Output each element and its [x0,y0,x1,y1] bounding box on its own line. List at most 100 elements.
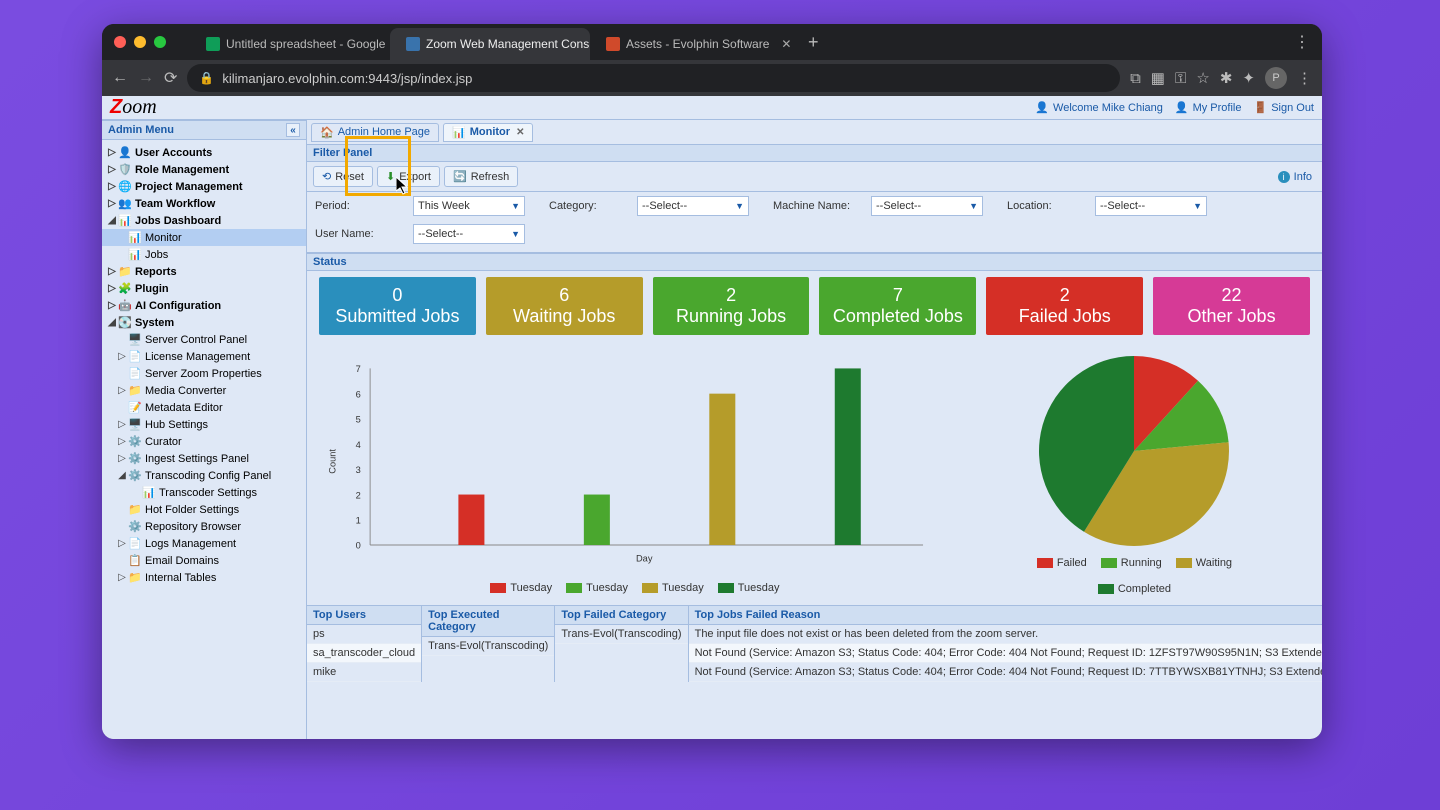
table-row: Not Found (Service: Amazon S3; Status Co… [689,663,1322,682]
sidebar-item[interactable]: 📁Hot Folder Settings [102,501,306,518]
status-card[interactable]: 22Other Jobs [1153,277,1310,335]
sidebar-item[interactable]: ▷👤User Accounts [102,144,306,161]
location-label: Location: [1007,200,1052,212]
summary-tables: Top Users pssa_transcoder_cloudmike Top … [307,605,1322,682]
my-profile-link[interactable]: 👤My Profile [1175,101,1242,114]
tab-monitor[interactable]: 📊Monitor✕ [443,123,533,142]
url-input[interactable]: 🔒 kilimanjaro.evolphin.com:9443/jsp/inde… [187,64,1120,92]
forward-button[interactable]: → [138,69,154,87]
favicon-icon [406,37,420,51]
browser-window: Untitled spreadsheet - Google✕Zoom Web M… [102,24,1322,739]
sidebar-item[interactable]: ▷📄Logs Management [102,535,306,552]
svg-text:3: 3 [356,465,361,475]
legend-item: Failed [1037,557,1087,569]
star-icon[interactable]: ☆ [1196,69,1209,87]
sidebar-item[interactable]: ▷⚙️Curator [102,433,306,450]
lock-icon: 🔒 [199,71,214,85]
status-card[interactable]: 2Running Jobs [653,277,810,335]
top-users-header: Top Users [307,606,421,625]
sign-out-link[interactable]: 🚪Sign Out [1253,101,1314,114]
sidebar-item[interactable]: 🖥️Server Control Panel [102,331,306,348]
top-failed-header: Top Failed Category [555,606,687,625]
sidebar-item[interactable]: ▷🛡️Role Management [102,161,306,178]
address-bar: ← → ⟳ 🔒 kilimanjaro.evolphin.com:9443/js… [102,60,1322,96]
apps-icon[interactable]: ▦ [1151,69,1165,87]
window-max-icon[interactable] [154,36,166,48]
reload-button[interactable]: ⟳ [164,68,177,88]
window-close-icon[interactable] [114,36,126,48]
sidebar-item[interactable]: ▷⚙️Ingest Settings Panel [102,450,306,467]
sidebar-item[interactable]: 📊Jobs [102,246,306,263]
sidebar-item[interactable]: ▷🤖AI Configuration [102,297,306,314]
sidebar-item[interactable]: ▷👥Team Workflow [102,195,306,212]
legend-item: Tuesday [642,582,704,594]
user-select[interactable]: --Select--▼ [413,224,525,244]
svg-text:Day: Day [636,554,653,564]
sidebar-item[interactable]: ▷📄License Management [102,348,306,365]
overflow-icon[interactable]: ⋮ [1294,32,1310,52]
status-card[interactable]: 0Submitted Jobs [319,277,476,335]
category-label: Category: [549,200,597,212]
browser-tab[interactable]: Assets - Evolphin Software✕ [590,28,790,60]
main-panel: 🏠Admin Home Page 📊Monitor✕ Filter Panel … [307,120,1322,739]
info-link[interactable]: iInfo [1278,171,1312,183]
top-users-col: Top Users pssa_transcoder_cloudmike [307,606,422,682]
window-min-icon[interactable] [134,36,146,48]
sidebar-item[interactable]: ▷🧩Plugin [102,280,306,297]
settings-icon[interactable]: ✱ [1220,69,1233,87]
key-icon[interactable]: ⚿ [1175,70,1186,87]
close-icon[interactable]: ✕ [516,127,524,138]
legend-item: Completed [1098,583,1171,595]
sidebar-item[interactable]: ▷📁Reports [102,263,306,280]
reset-button[interactable]: ⟲Reset [313,166,373,187]
category-select[interactable]: --Select--▼ [637,196,749,216]
sidebar-item[interactable]: ▷🌐Project Management [102,178,306,195]
machine-select[interactable]: --Select--▼ [871,196,983,216]
sidebar-item[interactable]: 📝Metadata Editor [102,399,306,416]
welcome-text: 👤Welcome Mike Chiang [1035,101,1163,114]
content-area: 0Submitted Jobs6Waiting Jobs2Running Job… [307,271,1322,739]
user-label: User Name: [315,228,374,240]
sidebar: Admin Menu « ▷👤User Accounts▷🛡️Role Mana… [102,120,307,739]
svg-text:1: 1 [356,515,361,525]
bar-chart: 01234567CountDay TuesdayTuesdayTuesdayTu… [319,351,951,595]
sidebar-item[interactable]: ▷🖥️Hub Settings [102,416,306,433]
svg-text:0: 0 [356,541,361,551]
svg-text:5: 5 [356,415,361,425]
browser-tab[interactable]: Untitled spreadsheet - Google✕ [190,28,390,60]
sidebar-item[interactable]: ⚙️Repository Browser [102,518,306,535]
favicon-icon [206,37,220,51]
ext-icon[interactable]: ✦ [1242,69,1255,87]
sidebar-item[interactable]: ▷📁Media Converter [102,382,306,399]
cast-icon[interactable]: ⧉ [1130,70,1141,87]
new-tab-button[interactable]: + [798,32,829,53]
location-select[interactable]: --Select--▼ [1095,196,1207,216]
sidebar-item[interactable]: 📊Monitor [102,229,306,246]
refresh-button[interactable]: 🔄Refresh [444,166,518,187]
period-select[interactable]: This Week▼ [413,196,525,216]
status-card[interactable]: 7Completed Jobs [819,277,976,335]
table-row: The input file does not exist or has bee… [689,625,1322,644]
app-root: Zoom 👤Welcome Mike Chiang 👤My Profile 🚪S… [102,96,1322,739]
legend-item: Tuesday [718,582,780,594]
tab-admin-home[interactable]: 🏠Admin Home Page [311,123,439,142]
sidebar-item[interactable]: ◢⚙️Transcoding Config Panel [102,467,306,484]
legend-item: Tuesday [490,582,552,594]
svg-text:2: 2 [356,490,361,500]
sidebar-item[interactable]: 📊Transcoder Settings [102,484,306,501]
export-button[interactable]: ⬇Export [377,166,440,187]
sidebar-item[interactable]: ▷📁Internal Tables [102,569,306,586]
svg-text:4: 4 [356,440,361,450]
sidebar-item[interactable]: ◢📊Jobs Dashboard [102,212,306,229]
close-icon[interactable]: ✕ [781,37,790,51]
sidebar-item[interactable]: 📋Email Domains [102,552,306,569]
back-button[interactable]: ← [112,69,128,87]
menu-icon[interactable]: ⋮ [1297,69,1312,87]
browser-tab[interactable]: Zoom Web Management Cons✕ [390,28,590,60]
status-card[interactable]: 2Failed Jobs [986,277,1143,335]
avatar-icon[interactable]: P [1265,67,1287,89]
sidebar-item[interactable]: 📄Server Zoom Properties [102,365,306,382]
status-card[interactable]: 6Waiting Jobs [486,277,643,335]
sidebar-collapse-button[interactable]: « [286,123,300,137]
sidebar-item[interactable]: ◢💽System [102,314,306,331]
